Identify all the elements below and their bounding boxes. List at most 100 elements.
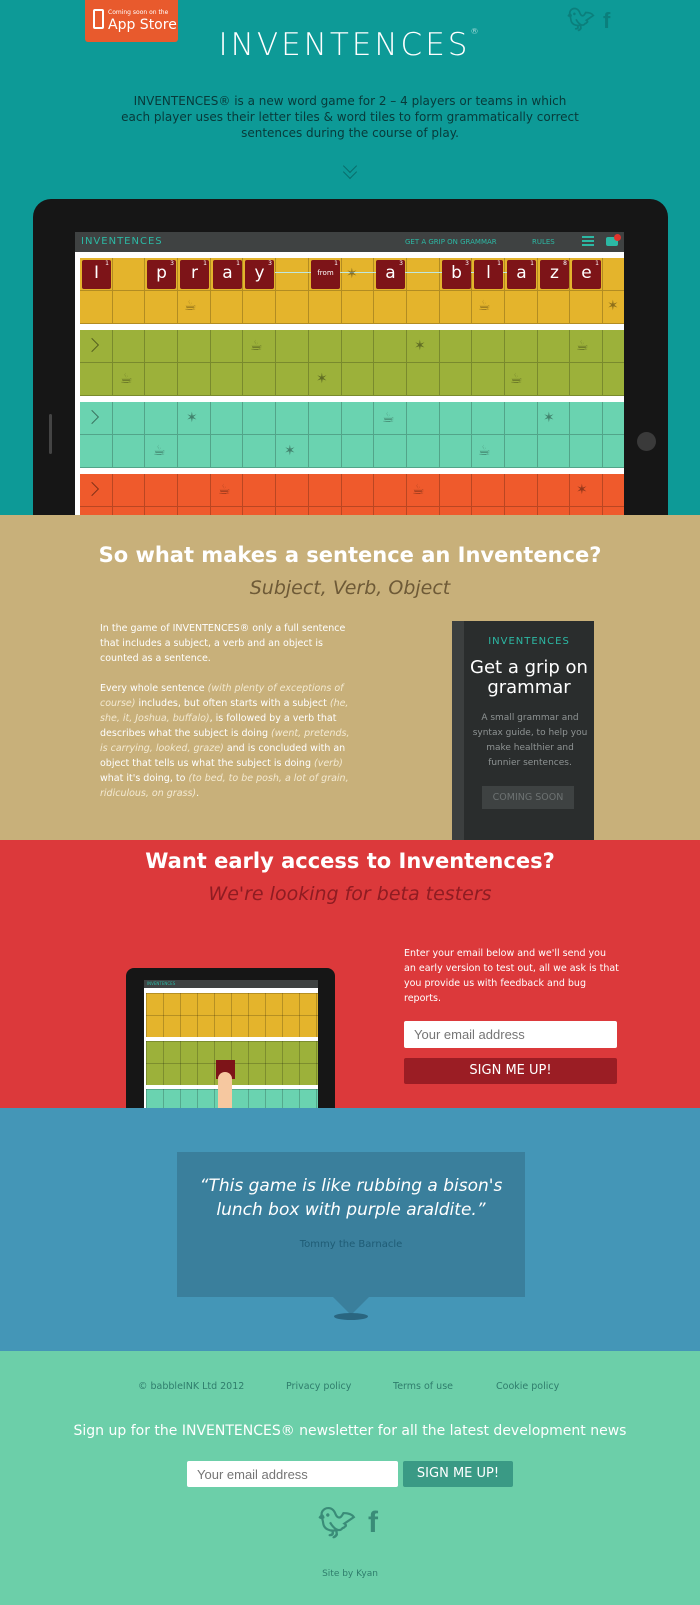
- scroll-down-icon[interactable]: [340, 158, 360, 180]
- board-cell[interactable]: [537, 474, 571, 507]
- word-tile[interactable]: from 1: [311, 260, 340, 289]
- board-cell[interactable]: [603, 474, 624, 507]
- letter-tile[interactable]: z8: [540, 260, 569, 289]
- board-cell[interactable]: [243, 363, 277, 396]
- board-cell[interactable]: [439, 291, 473, 324]
- board-cell[interactable]: [308, 474, 342, 507]
- letter-tile[interactable]: a1: [213, 260, 242, 289]
- site-credit[interactable]: Site by Kyan: [0, 1569, 700, 1579]
- board-cell[interactable]: [406, 363, 440, 396]
- board-cell[interactable]: [112, 402, 146, 435]
- board-cell[interactable]: [406, 435, 440, 468]
- board-cell[interactable]: [504, 402, 538, 435]
- board-cell[interactable]: [178, 507, 211, 515]
- board-cell[interactable]: [603, 435, 624, 468]
- board-cell[interactable]: [440, 507, 473, 515]
- board-cell[interactable]: [145, 474, 179, 507]
- board-cell[interactable]: [341, 291, 375, 324]
- board-cell[interactable]: [374, 435, 407, 468]
- board-cell[interactable]: [243, 291, 277, 324]
- grammar-link[interactable]: GET A GRIP ON GRAMMAR: [405, 238, 497, 246]
- board-cell[interactable]: [210, 402, 244, 435]
- board-cell[interactable]: [570, 291, 603, 324]
- board-cell[interactable]: [570, 435, 603, 468]
- board-cell[interactable]: [570, 363, 603, 396]
- board-cell[interactable]: [504, 291, 538, 324]
- board-cell[interactable]: [178, 435, 211, 468]
- board-cell[interactable]: [113, 507, 146, 515]
- board-cell[interactable]: [210, 363, 244, 396]
- board-cell[interactable]: [439, 435, 473, 468]
- letter-tile[interactable]: a3: [376, 260, 405, 289]
- board-cell[interactable]: [243, 474, 277, 507]
- board-cell[interactable]: [276, 291, 309, 324]
- board-cell[interactable]: [504, 474, 538, 507]
- board-cell[interactable]: [504, 330, 538, 363]
- board-cell[interactable]: [112, 258, 146, 291]
- board-cell[interactable]: [472, 507, 505, 515]
- newsletter-email-input[interactable]: [187, 1461, 398, 1487]
- board-cell[interactable]: [537, 291, 571, 324]
- letter-tile[interactable]: e1: [572, 260, 601, 289]
- board-cell[interactable]: [276, 474, 309, 507]
- board-cell[interactable]: [472, 402, 505, 435]
- board-cell[interactable]: [406, 291, 440, 324]
- board-cell[interactable]: [276, 402, 309, 435]
- board-cell[interactable]: [243, 435, 277, 468]
- board-cell[interactable]: [603, 258, 624, 291]
- board-cell[interactable]: [341, 330, 375, 363]
- letter-tile[interactable]: a1: [507, 260, 536, 289]
- menu-icon[interactable]: [582, 236, 594, 246]
- board-cell[interactable]: [374, 330, 407, 363]
- board-cell[interactable]: [210, 330, 244, 363]
- board-cell[interactable]: [570, 402, 603, 435]
- board-cell[interactable]: [341, 474, 375, 507]
- board-cell[interactable]: [537, 330, 571, 363]
- board-cell[interactable]: [80, 435, 113, 468]
- board-cell[interactable]: [570, 507, 603, 515]
- board-cell[interactable]: [472, 363, 505, 396]
- coming-soon-button[interactable]: COMING SOON: [482, 786, 574, 809]
- board-cell[interactable]: [504, 435, 538, 468]
- board-cell[interactable]: [211, 507, 244, 515]
- board-cell[interactable]: [603, 363, 624, 396]
- board-cell[interactable]: [406, 402, 440, 435]
- board-cell[interactable]: [145, 507, 179, 515]
- board-cell[interactable]: [308, 402, 342, 435]
- letter-tile[interactable]: l1: [474, 260, 503, 289]
- board-cell[interactable]: [80, 291, 113, 324]
- board-cell[interactable]: [505, 507, 538, 515]
- board-cell[interactable]: [439, 402, 473, 435]
- board-cell[interactable]: [276, 363, 309, 396]
- letter-tile[interactable]: y3: [245, 260, 274, 289]
- board-cell[interactable]: [178, 474, 211, 507]
- board-cell[interactable]: [308, 291, 342, 324]
- rules-link[interactable]: RULES: [532, 238, 555, 246]
- newsletter-signup-button[interactable]: SIGN ME UP!: [403, 1461, 513, 1487]
- board-cell[interactable]: [308, 330, 342, 363]
- board-cell[interactable]: [603, 507, 624, 515]
- board-cell[interactable]: [472, 474, 505, 507]
- board-cell[interactable]: [112, 291, 146, 324]
- board-cell[interactable]: [374, 363, 407, 396]
- board-cell[interactable]: [439, 474, 473, 507]
- facebook-icon[interactable]: f: [368, 1506, 378, 1540]
- letter-tile[interactable]: b3: [442, 260, 471, 289]
- board-cell[interactable]: [243, 507, 277, 515]
- board-cell[interactable]: [603, 330, 624, 363]
- board-cell[interactable]: [374, 474, 407, 507]
- board-cell[interactable]: [308, 435, 342, 468]
- board-cell[interactable]: [439, 363, 473, 396]
- board-cell[interactable]: [472, 330, 505, 363]
- board-cell[interactable]: [210, 435, 244, 468]
- beta-signup-button[interactable]: SIGN ME UP!: [404, 1058, 617, 1084]
- board-cell[interactable]: [407, 507, 440, 515]
- board-cell[interactable]: [178, 363, 211, 396]
- board-cell[interactable]: [374, 291, 407, 324]
- board-cell[interactable]: [341, 402, 375, 435]
- board-cell[interactable]: [178, 330, 211, 363]
- board-cell[interactable]: [439, 330, 473, 363]
- board-cell[interactable]: [537, 363, 571, 396]
- board-cell[interactable]: [112, 435, 146, 468]
- board-cell[interactable]: [112, 330, 146, 363]
